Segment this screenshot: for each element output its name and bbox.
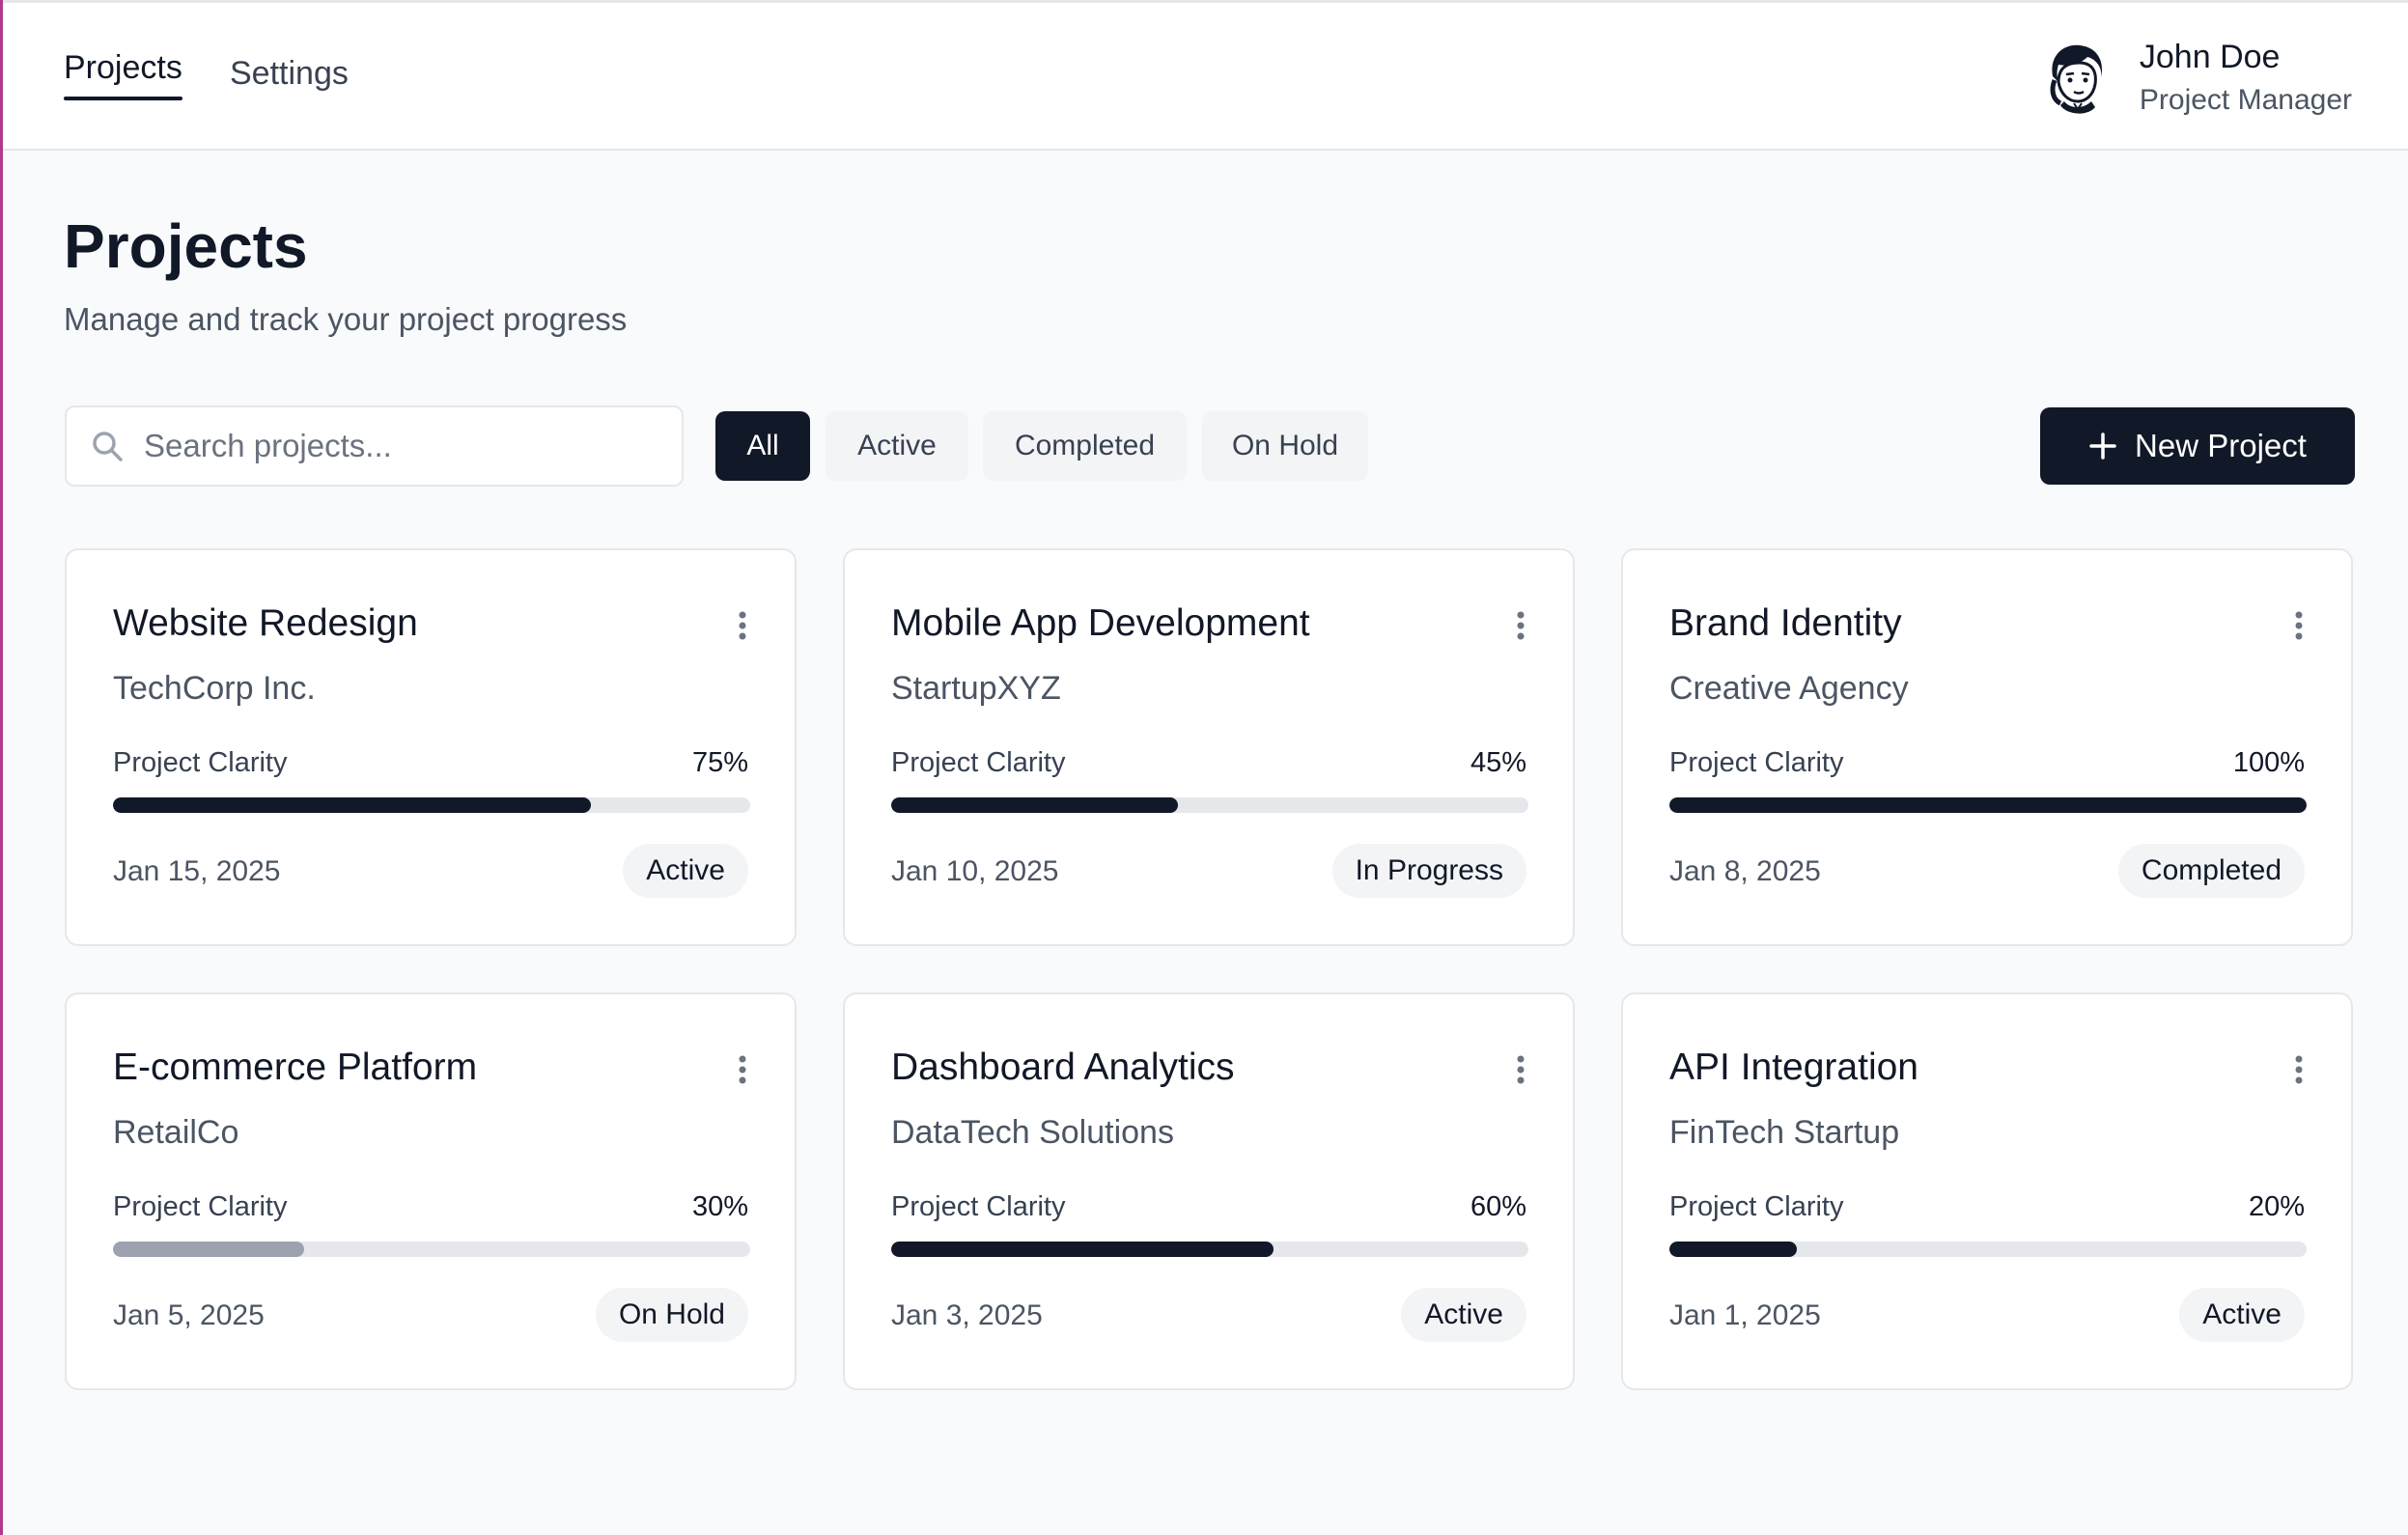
new-project-button[interactable]: New Project — [2040, 407, 2355, 485]
progress-fill — [891, 797, 1178, 813]
filter-all-button[interactable]: All — [715, 411, 810, 481]
clarity-percent: 20% — [2248, 1191, 2305, 1222]
project-card[interactable]: Dashboard Analytics DataTech Solutions P… — [843, 992, 1575, 1390]
project-client: Creative Agency — [1669, 670, 1909, 707]
project-date: Jan 15, 2025 — [113, 855, 281, 887]
clarity-label: Project Clarity — [1669, 747, 1844, 778]
project-date: Jan 8, 2025 — [1669, 855, 1821, 887]
user-role: Project Manager — [2139, 84, 2352, 116]
filter-on-hold-button[interactable]: On Hold — [1202, 411, 1368, 481]
status-badge: Completed — [2117, 844, 2305, 898]
project-date: Jan 5, 2025 — [113, 1299, 265, 1331]
project-card[interactable]: Mobile App Development StartupXYZ Projec… — [843, 548, 1575, 946]
project-client: StartupXYZ — [891, 670, 1061, 707]
project-title: Website Redesign — [113, 602, 418, 644]
progress-track — [891, 797, 1528, 813]
project-date: Jan 1, 2025 — [1669, 1299, 1821, 1331]
filter-completed-button[interactable]: Completed — [983, 411, 1187, 481]
clarity-percent: 30% — [691, 1191, 748, 1222]
search-input[interactable] — [144, 428, 646, 464]
more-options-icon[interactable] — [2293, 610, 2305, 641]
clarity-label: Project Clarity — [113, 747, 288, 778]
project-client: TechCorp Inc. — [113, 670, 316, 707]
filter-active-button[interactable]: Active — [826, 411, 968, 481]
project-title: Dashboard Analytics — [891, 1047, 1235, 1088]
project-client: FinTech Startup — [1669, 1114, 1900, 1151]
search-box[interactable] — [65, 405, 684, 487]
project-card[interactable]: Website Redesign TechCorp Inc. Project C… — [65, 548, 797, 946]
progress-fill — [113, 1242, 304, 1257]
progress-fill — [1669, 797, 2307, 813]
project-title: Brand Identity — [1669, 602, 1902, 644]
more-options-icon[interactable] — [1515, 610, 1526, 641]
search-icon — [93, 432, 123, 461]
user-name: John Doe — [2139, 39, 2281, 75]
project-title: E-commerce Platform — [113, 1047, 478, 1088]
status-badge: Active — [2179, 1288, 2305, 1342]
plus-icon — [2089, 433, 2116, 460]
project-title: API Integration — [1669, 1047, 1918, 1088]
clarity-percent: 60% — [1470, 1191, 1526, 1222]
clarity-label: Project Clarity — [891, 1191, 1066, 1222]
project-card[interactable]: E-commerce Platform RetailCo Project Cla… — [65, 992, 797, 1390]
progress-fill — [891, 1242, 1274, 1257]
tab-projects[interactable]: Projects — [64, 49, 182, 100]
progress-track — [113, 1242, 750, 1257]
clarity-percent: 45% — [1470, 747, 1526, 778]
clarity-label: Project Clarity — [891, 747, 1066, 778]
status-badge: Active — [1401, 1288, 1526, 1342]
more-options-icon[interactable] — [737, 1054, 748, 1085]
progress-fill — [113, 797, 591, 813]
progress-track — [113, 797, 750, 813]
status-badge: On Hold — [595, 1288, 748, 1342]
progress-track — [1669, 797, 2307, 813]
project-date: Jan 10, 2025 — [891, 855, 1059, 887]
app-page: Projects Settings John Doe Project Manag… — [0, 0, 2408, 1535]
avatar-illustration-icon — [2036, 40, 2114, 117]
project-card[interactable]: API Integration FinTech Startup Project … — [1621, 992, 2353, 1390]
progress-track — [1669, 1242, 2307, 1257]
top-navigation-bar: Projects Settings John Doe Project Manag… — [3, 0, 2408, 151]
status-badge: In Progress — [1331, 844, 1526, 898]
more-options-icon[interactable] — [737, 610, 748, 641]
more-options-icon[interactable] — [1515, 1054, 1526, 1085]
more-options-icon[interactable] — [2293, 1054, 2305, 1085]
page-subtitle: Manage and track your project progress — [64, 301, 628, 337]
project-title: Mobile App Development — [891, 602, 1310, 644]
clarity-percent: 100% — [2232, 747, 2305, 778]
new-project-label: New Project — [2135, 428, 2307, 463]
page-title: Projects — [64, 211, 308, 281]
progress-fill — [1669, 1242, 1797, 1257]
clarity-percent: 75% — [691, 747, 748, 778]
tab-settings[interactable]: Settings — [230, 55, 349, 93]
project-client: DataTech Solutions — [891, 1114, 1174, 1151]
project-client: RetailCo — [113, 1114, 239, 1151]
user-profile[interactable]: John Doe Project Manager — [2035, 36, 2352, 121]
clarity-label: Project Clarity — [1669, 1191, 1844, 1222]
project-card[interactable]: Brand Identity Creative Agency Project C… — [1621, 548, 2353, 946]
progress-track — [891, 1242, 1528, 1257]
project-date: Jan 3, 2025 — [891, 1299, 1043, 1331]
clarity-label: Project Clarity — [113, 1191, 288, 1222]
status-badge: Active — [623, 844, 748, 898]
